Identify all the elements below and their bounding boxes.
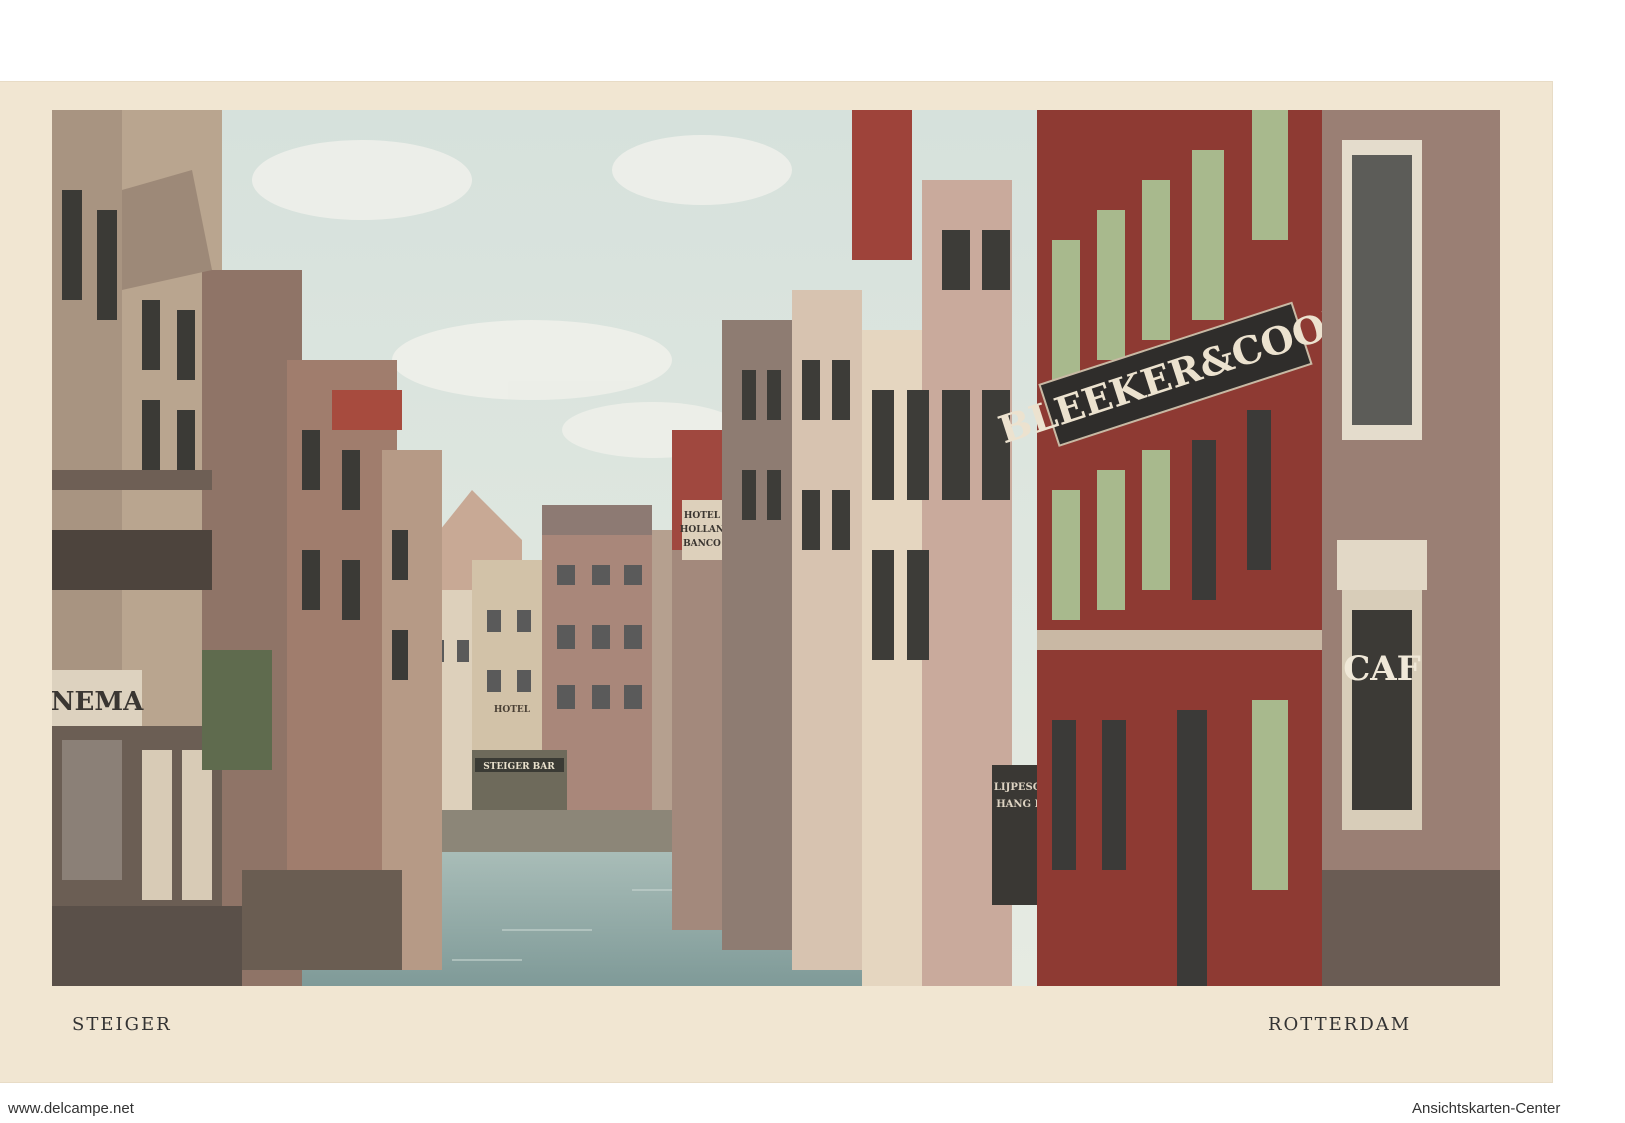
hollandia-sign-line3: BANCO: [683, 539, 721, 549]
canal-scene-illustration: STEIGER BAR HOTEL NEMA HOTEL HOLLAN BANC…: [52, 110, 1500, 986]
hollandia-sign-line1: HOTEL: [684, 511, 721, 521]
hotel-sign: HOTEL: [494, 705, 531, 715]
postcard: STEIGER BAR HOTEL NEMA HOTEL HOLLAN BANC…: [0, 82, 1552, 1082]
steiger-bar-sign: STEIGER BAR: [483, 762, 555, 772]
distant-buildings: STEIGER BAR HOTEL: [412, 490, 682, 810]
cafe-sign: CAF: [1343, 649, 1421, 689]
watermark-delcampe: www.delcampe.net: [8, 1100, 134, 1117]
canal-bridge: [412, 810, 692, 852]
watermark-ansichtskarten: Ansichtskarten-Center: [1412, 1100, 1561, 1117]
canal-street-photo: STEIGER BAR HOTEL NEMA HOTEL HOLLAN BANC…: [52, 110, 1500, 986]
caption-rotterdam: ROTTERDAM: [1268, 1014, 1412, 1035]
caption-steiger: STEIGER: [72, 1014, 172, 1035]
hollandia-sign-line2: HOLLAN: [680, 525, 724, 535]
cinema-sign: NEMA: [52, 687, 144, 717]
